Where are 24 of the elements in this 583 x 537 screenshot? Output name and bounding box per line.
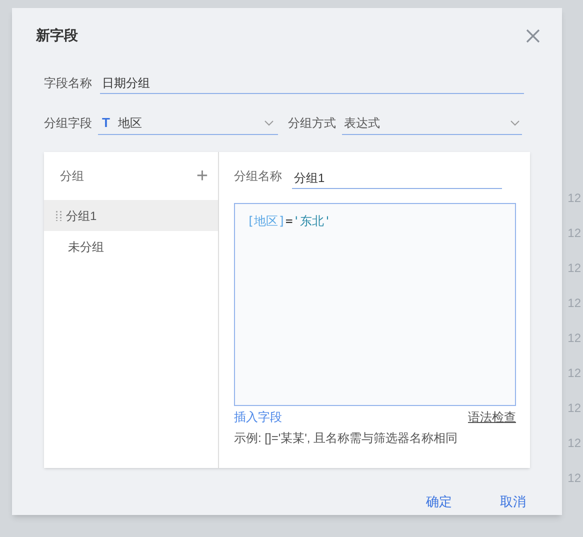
group-item[interactable]: 分组1 xyxy=(44,200,218,231)
group-method-select[interactable]: 表达式 xyxy=(342,111,522,135)
insert-field-link[interactable]: 插入字段 xyxy=(234,408,282,426)
group-field-label: 分组字段 xyxy=(44,115,92,132)
example-hint: 示例: []='某某', 且名称需与筛选器名称相同 xyxy=(234,430,459,447)
group-item[interactable]: 未分组 xyxy=(44,231,218,262)
group-name-label: 分组名称 xyxy=(234,168,282,185)
field-name-label: 字段名称 xyxy=(44,75,92,92)
group-field-select[interactable]: T 地区 xyxy=(98,111,278,135)
field-name-input[interactable]: 日期分组 xyxy=(100,72,524,94)
drag-handle-icon[interactable] xyxy=(56,210,62,220)
add-group-button[interactable]: + xyxy=(196,166,208,186)
group-method-label: 分组方式 xyxy=(288,115,336,132)
chevron-down-icon xyxy=(264,120,274,126)
syntax-check-link[interactable]: 语法检查 xyxy=(468,408,516,426)
confirm-button[interactable]: 确定 xyxy=(422,488,456,515)
close-icon[interactable] xyxy=(526,28,540,42)
chevron-down-icon xyxy=(510,120,520,126)
dialog-title: 新字段 xyxy=(36,26,78,45)
groups-header: 分组 xyxy=(60,168,84,185)
group-name-input[interactable]: 分组1 xyxy=(292,167,502,189)
expression-text: [地区]='东北' xyxy=(247,214,332,228)
expression-editor[interactable]: [地区]='东北' xyxy=(234,203,516,406)
cancel-button[interactable]: 取消 xyxy=(496,488,530,515)
